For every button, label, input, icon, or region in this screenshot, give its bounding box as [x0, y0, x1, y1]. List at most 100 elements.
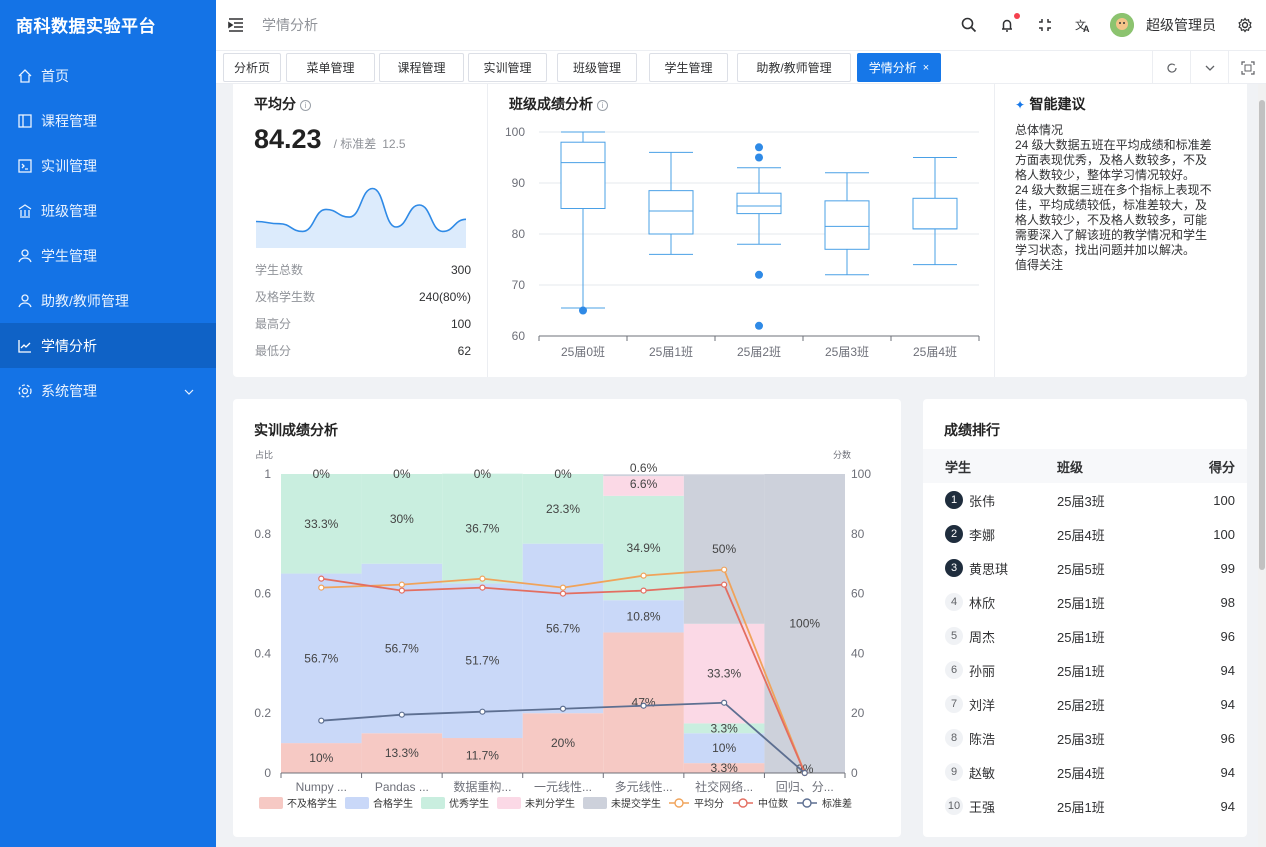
table-row[interactable]: 7 刘洋 25届2班 94 [923, 687, 1247, 721]
tab-label: 菜单管理 [306, 61, 355, 75]
class-name: 25届4班 [1057, 765, 1105, 781]
menu-fold-icon[interactable] [228, 17, 244, 33]
table-row[interactable]: 5 周杰 25届1班 96 [923, 619, 1247, 653]
bar-data-label: 33.3% [304, 517, 338, 531]
y-tick-label: 60 [512, 329, 526, 343]
table-row[interactable]: 1 张伟 25届3班 100 [923, 483, 1247, 517]
refresh-icon[interactable] [1152, 51, 1190, 84]
outlier-point [755, 143, 763, 152]
maximize-icon[interactable] [1228, 51, 1266, 84]
legend-swatch [497, 797, 521, 809]
stat-label: 最高分 [255, 317, 292, 331]
book-icon [17, 113, 33, 129]
y-tick-label: 90 [512, 176, 526, 190]
chart-icon [17, 338, 33, 354]
sparkle-icon: ✦ [1015, 98, 1026, 112]
tab-label: 课程管理 [397, 61, 446, 75]
avg-score-title: 平均分 i [254, 94, 311, 114]
legend-label[interactable]: 平均分 [694, 798, 724, 810]
settings-icon[interactable] [1236, 16, 1254, 34]
search-icon[interactable] [960, 16, 978, 34]
legend-swatch [583, 797, 607, 809]
ranking-card: 成绩排行 学生 班级 得分 1 张伟 25届3班 100 2 李娜 25届4班 100 3 黄思琪… [923, 399, 1247, 837]
tab-7[interactable]: 学情分析 × [857, 53, 941, 82]
sidebar-item-label: 学生管理 [41, 247, 97, 264]
tab-5[interactable]: 学生管理 [649, 53, 728, 82]
table-row[interactable]: 3 黄思琪 25届5班 99 [923, 551, 1247, 585]
tab-2[interactable]: 课程管理 [379, 53, 464, 82]
scrollbar-thumb[interactable] [1259, 100, 1265, 570]
x-tick-label: 25届3班 [825, 345, 869, 359]
bell-icon[interactable] [998, 13, 1020, 34]
x-tick-label: 多元线性... [615, 780, 673, 794]
box-0 [560, 131, 606, 315]
table-row[interactable]: 10 王强 25届1班 94 [923, 789, 1247, 823]
stat-value: 240(80%) [418, 289, 471, 304]
legend-label[interactable]: 未判分学生 [525, 797, 575, 810]
sidebar-item-0[interactable]: 首页 [0, 53, 216, 98]
series-point [640, 587, 647, 594]
legend-label[interactable]: 不及格学生 [287, 797, 337, 810]
fullscreen-icon[interactable] [1036, 16, 1054, 34]
sidebar-item-1[interactable]: 课程管理 [0, 98, 216, 143]
avatar[interactable] [1110, 13, 1134, 37]
series-point [640, 572, 647, 579]
tab-0[interactable]: 分析页 [223, 53, 281, 82]
bar-data-label: 0% [313, 467, 331, 481]
legend-label[interactable]: 优秀学生 [449, 797, 489, 810]
outlier-point [755, 153, 763, 162]
student-name: 刘洋 [969, 697, 996, 713]
terminal-icon [17, 158, 33, 174]
gear-icon [17, 383, 33, 399]
class-name: 25届3班 [1057, 731, 1105, 747]
tab-6[interactable]: 助教/教师管理 [737, 53, 851, 82]
advice-line: 方面表现优秀，及格人数较多，不及 [1015, 153, 1208, 167]
chevron-down-icon[interactable] [1190, 51, 1228, 84]
info-icon[interactable]: i [597, 100, 608, 111]
info-icon[interactable]: i [300, 100, 311, 111]
table-row[interactable]: 2 李娜 25届4班 100 [923, 517, 1247, 551]
table-row[interactable]: 9 赵敏 25届4班 94 [923, 755, 1247, 789]
username[interactable]: 超级管理员 [1146, 15, 1216, 35]
legend-label[interactable]: 未提交学生 [611, 797, 661, 810]
y2-tick-label: 60 [851, 587, 865, 601]
score: 96 [1220, 730, 1235, 746]
score: 94 [1220, 696, 1235, 712]
tab-3[interactable]: 实训管理 [468, 53, 547, 82]
x-tick-label: 社交网络... [695, 779, 753, 794]
sidebar: 商科数据实验平台 首页 课程管理 实训管理 班级管理 学生管理 助教/教师管理 学情分析 系统… [0, 0, 216, 847]
y-tick-label: 100 [505, 125, 525, 139]
advice-line: 格人数较少，不及格人数较多，可能 [1015, 213, 1208, 227]
legend-label[interactable]: 标准差 [822, 797, 852, 810]
user-icon [17, 293, 33, 309]
bar-data-label: 56.7% [546, 621, 580, 635]
box-body [736, 192, 782, 215]
tab-4[interactable]: 班级管理 [557, 53, 637, 82]
sidebar-item-7[interactable]: 系统管理 [0, 368, 216, 413]
legend-marker [802, 798, 812, 808]
table-row[interactable]: 4 林欣 25届1班 98 [923, 585, 1247, 619]
stat-row: 最高分 100 [255, 310, 471, 337]
sidebar-item-6[interactable]: 学情分析 [0, 323, 216, 368]
class-name: 25届1班 [1057, 663, 1105, 679]
bar-data-label: 0% [393, 467, 411, 481]
translate-icon[interactable]: 文A [1074, 16, 1092, 34]
table-row[interactable]: 8 陈浩 25届3班 96 [923, 721, 1247, 755]
box-body [648, 190, 694, 235]
series-point [318, 717, 325, 724]
legend-label[interactable]: 合格学生 [373, 797, 413, 810]
sidebar-item-4[interactable]: 学生管理 [0, 233, 216, 278]
close-icon[interactable]: × [923, 62, 929, 74]
ranking-title: 成绩排行 [944, 422, 1000, 438]
y2-tick-label: 20 [851, 706, 865, 720]
tab-1[interactable]: 菜单管理 [286, 53, 375, 82]
sidebar-item-3[interactable]: 班级管理 [0, 188, 216, 233]
sidebar-item-2[interactable]: 实训管理 [0, 143, 216, 188]
overview-card: 平均分 i 84.23 / 标准差 12.5 学生总数 300 及格学生数 240(80… [233, 84, 1247, 377]
rank-badge: 9 [945, 763, 963, 781]
y-axis-label: 占比 [255, 449, 273, 460]
table-row[interactable]: 6 孙丽 25届1班 94 [923, 653, 1247, 687]
sidebar-item-5[interactable]: 助教/教师管理 [0, 278, 216, 323]
legend-label[interactable]: 中位数 [758, 797, 788, 810]
stat-label: 最低分 [255, 344, 292, 358]
